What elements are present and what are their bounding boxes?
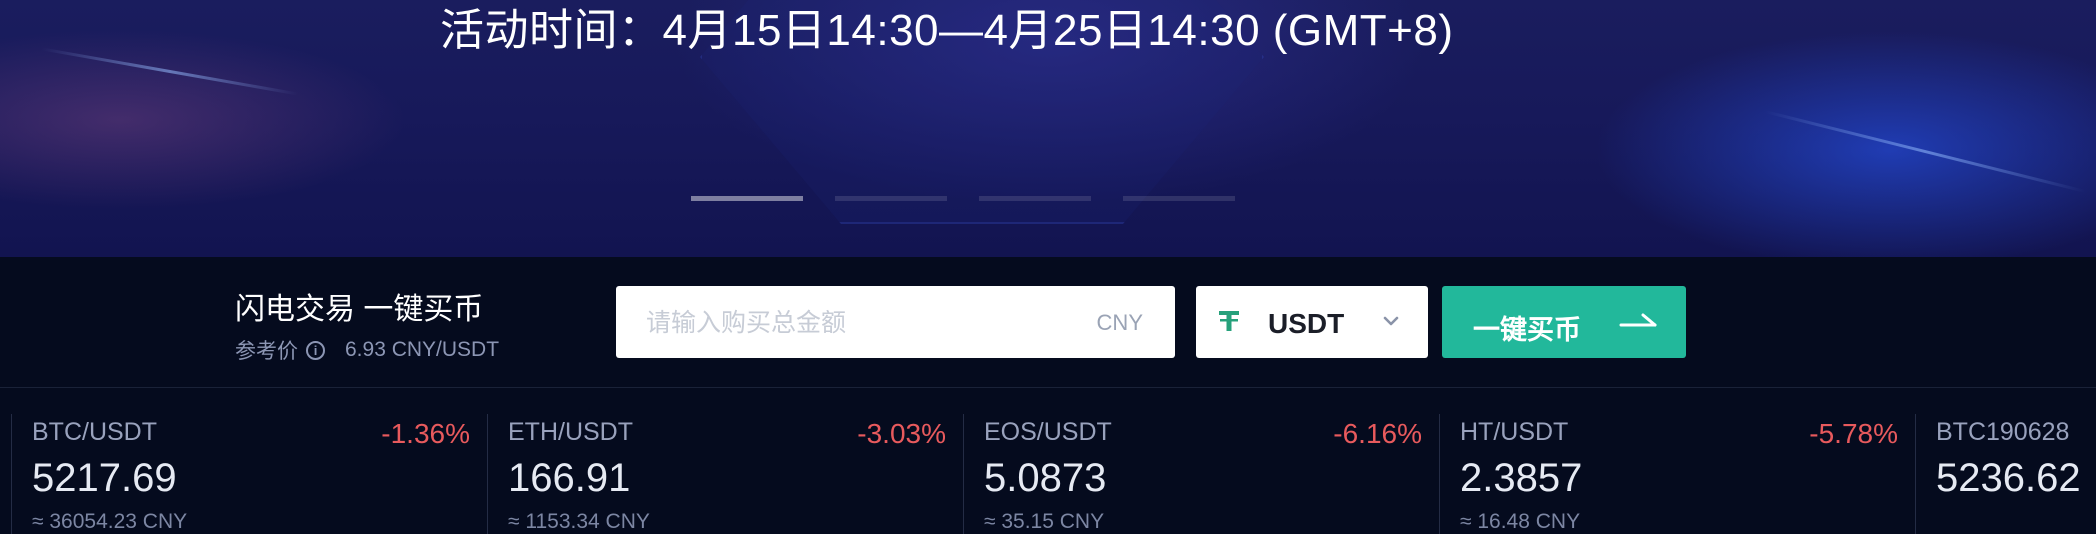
ticker-cny-price: ≈ 1153.34 CNY [508,510,650,533]
reference-price-value: 6.93 CNY/USDT [345,338,500,361]
carousel-dot-4[interactable] [1123,196,1235,201]
ticker-cny-price: ≈ 36054.23 CNY [32,510,188,533]
ticker-price: 5.0873 [984,456,1107,500]
ticker-pair: ETH/USDT [508,418,633,446]
currency-select[interactable]: USDT [1196,286,1428,358]
amount-unit: CNY [1096,310,1143,335]
carousel-dot-2[interactable] [835,196,947,201]
event-time-text: 活动时间：4月15日14:30—4月25日14:30 (GMT+8) [440,6,1454,55]
banner-light-streak [41,47,299,96]
ticker-pair: EOS/USDT [984,418,1112,446]
ticker-price: 5236.62 [1936,456,2081,500]
ticker-change: -1.36% [381,418,470,449]
ticker-change: -3.03% [857,418,946,449]
ticker-change: -5.78% [1809,418,1898,449]
event-banner[interactable]: 活动时间：4月15日14:30—4月25日14:30 (GMT+8) [0,0,2096,257]
info-circle-icon[interactable]: i [306,340,325,360]
ticker-card-eos-usdt[interactable]: EOS/USDT -6.16% 5.0873 ≈ 35.15 CNY [963,414,1438,534]
ticker-pair: BTC/USDT [32,418,157,446]
ticker-cny-price: ≈ 16.48 CNY [1460,510,1581,533]
one-click-buy-button[interactable]: 一键买币 [1442,286,1686,358]
ticker-price: 2.3857 [1460,456,1583,500]
quick-buy-title: 闪电交易 一键买币 [235,293,484,326]
ticker-card-eth-usdt[interactable]: ETH/USDT -3.03% 166.91 ≈ 1153.34 CNY [487,414,962,534]
ticker-card-btc190628[interactable]: BTC190628 5236.62 [1915,414,2096,534]
banner-light-streak [1764,110,2086,193]
carousel-dot-1[interactable] [691,196,803,201]
purchase-amount-input[interactable] [644,286,1068,360]
ticker-change: -6.16% [1333,418,1422,449]
ticker-price: 5217.69 [32,456,177,500]
purchase-amount-field[interactable]: CNY [616,286,1175,360]
carousel-indicators [691,196,1235,201]
tether-icon [1219,311,1239,331]
ticker-pair: HT/USDT [1460,418,1569,446]
ticker-price: 166.91 [508,456,631,500]
ticker-cny-price: ≈ 35.15 CNY [984,510,1105,533]
reference-price: 参考价 i 6.93 CNY/USDT [235,335,499,365]
ticker-pair: BTC190628 [1936,418,2070,446]
section-divider [0,387,2096,388]
arrow-right-icon [1619,313,1657,327]
buy-button-label: 一键买币 [1473,315,1581,345]
ticker-card-btc-usdt[interactable]: BTC/USDT -1.36% 5217.69 ≈ 36054.23 CNY [11,414,486,534]
reference-price-label: 参考价 [235,340,298,363]
ticker-card-ht-usdt[interactable]: HT/USDT -5.78% 2.3857 ≈ 16.48 CNY [1439,414,1914,534]
currency-label: USDT [1268,308,1345,339]
chevron-down-icon [1383,316,1399,326]
carousel-dot-3[interactable] [979,196,1091,201]
